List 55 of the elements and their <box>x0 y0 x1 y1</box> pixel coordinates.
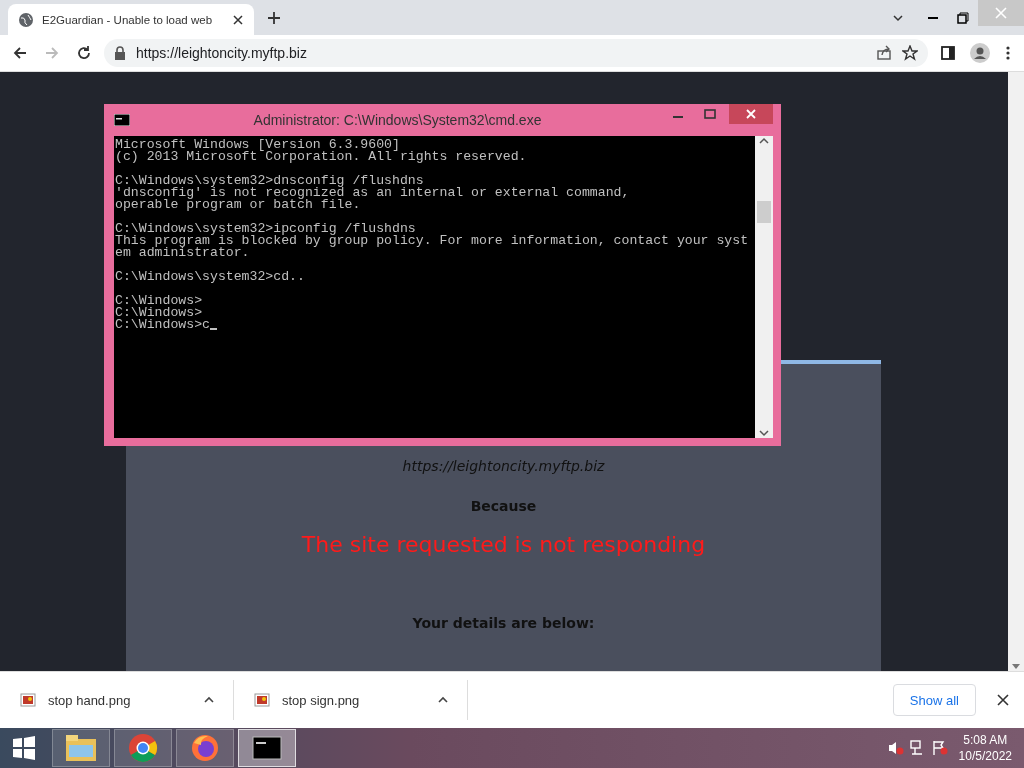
share-icon[interactable] <box>876 45 892 61</box>
new-tab-icon[interactable] <box>266 9 282 26</box>
console-line: 'dnsconfig' is not recognized as an internal or external command, <box>115 187 631 199</box>
windows-start-icon[interactable] <box>12 736 36 760</box>
console-line: This program is blocked by group policy. For more information, contact your syst <box>115 235 750 247</box>
firefox-icon <box>190 733 220 763</box>
lock-icon <box>114 46 126 60</box>
close-button[interactable] <box>729 104 773 124</box>
console-line: (c) 2013 Microsoft Corporation. All rights reserved. <box>115 151 528 163</box>
globe-icon <box>18 11 34 28</box>
console-icon <box>252 736 282 760</box>
reload-icon[interactable] <box>76 45 92 61</box>
show-all-button[interactable]: Show all <box>892 684 976 716</box>
scroll-thumb[interactable] <box>757 201 771 223</box>
muted-speaker-icon[interactable] <box>887 740 904 756</box>
clock-date: 10/5/2022 <box>958 748 1012 764</box>
blocked-url: https://leightoncity.myftp.biz <box>402 458 605 474</box>
address-bar[interactable]: https://leightoncity.myftp.biz <box>104 39 928 67</box>
image-file-icon <box>254 692 270 708</box>
browser-tab[interactable]: E2Guardian - Unable to load web <box>8 4 254 35</box>
clock-time: 5:08 AM <box>963 732 1008 748</box>
image-file-icon <box>20 692 36 708</box>
side-panel-icon[interactable] <box>940 45 956 61</box>
download-item[interactable]: stop sign.png <box>234 680 468 720</box>
scroll-down-icon[interactable] <box>759 428 769 438</box>
window-title: Administrator: C:\Windows\System32\cmd.exe <box>252 112 543 128</box>
console-line: C:\Windows>c <box>115 319 210 331</box>
folder-icon <box>65 733 97 763</box>
download-item[interactable]: stop hand.png <box>0 680 234 720</box>
flag-icon[interactable] <box>931 740 948 756</box>
error-reason: The site requested is not responding <box>301 532 706 557</box>
text-cursor <box>209 328 217 330</box>
console-line: em administrator. <box>115 247 251 259</box>
console-line: operable program or batch file. <box>115 199 362 211</box>
console-line: C:\Windows\system32>ipconfig /flushdns <box>115 223 416 235</box>
avatar-icon[interactable] <box>970 43 990 63</box>
details-heading: Your details are below: <box>412 615 595 631</box>
close-icon <box>746 109 756 119</box>
console-icon <box>114 114 130 126</box>
back-arrow-icon[interactable] <box>12 45 28 61</box>
scroll-up-icon[interactable] <box>759 136 769 146</box>
console-line: C:\Windows\system32>cd.. <box>115 271 306 283</box>
star-icon[interactable] <box>902 45 918 61</box>
close-icon[interactable] <box>997 694 1009 706</box>
console-line: C:\Windows> <box>115 295 204 307</box>
more-menu-icon[interactable] <box>1006 45 1010 61</box>
maximize-icon[interactable] <box>704 109 716 119</box>
because-label: Because <box>470 498 537 514</box>
restore-icon[interactable] <box>957 11 969 24</box>
console-line: C:\Windows\system32>dnsconfig /flushdns <box>115 175 424 187</box>
taskbar-app[interactable] <box>238 729 296 767</box>
console-line: Microsoft Windows [Version 6.3.9600] <box>115 139 401 151</box>
console-line: C:\Windows> <box>115 307 203 319</box>
chrome-icon <box>128 733 158 763</box>
close-icon[interactable] <box>232 13 244 26</box>
